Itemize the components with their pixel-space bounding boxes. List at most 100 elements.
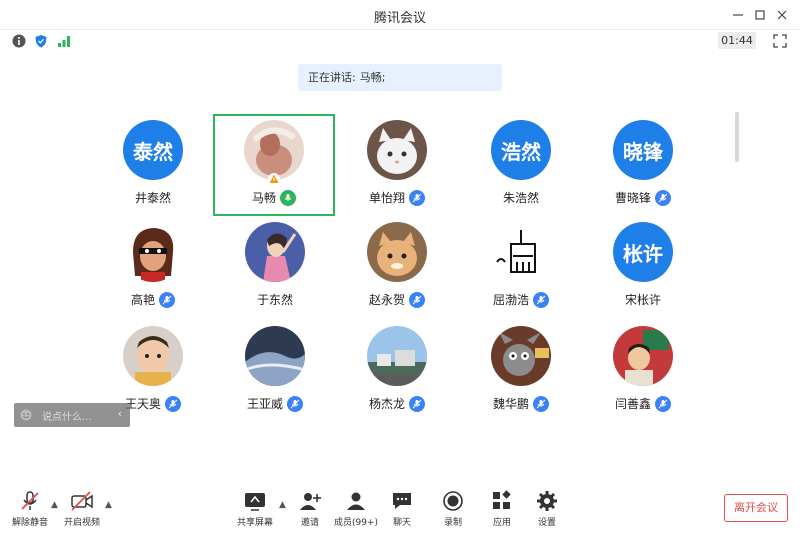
chat-label: 聊天 <box>392 518 411 528</box>
participant-name: 于东然 <box>256 293 293 307</box>
video-options-caret-icon[interactable]: ▲ <box>105 500 112 510</box>
avatar: 晓锋 <box>613 120 673 180</box>
gear-icon <box>535 490 559 512</box>
participant-name: 朱浩然 <box>502 191 539 205</box>
share-screen-button[interactable]: 共享屏幕 <box>229 490 281 530</box>
chat-quick-input[interactable]: 说点什么... ‹ <box>14 403 130 427</box>
collapse-arrow-icon[interactable]: ‹ <box>118 407 122 420</box>
mic-off-icon <box>18 490 42 512</box>
participant-tile[interactable]: 杨杰龙 <box>336 320 458 422</box>
participant-tile[interactable]: 于东然 <box>214 216 336 318</box>
leave-meeting-button[interactable]: 离开会议 <box>724 494 788 522</box>
participant-tile[interactable]: 单怡翔 <box>336 114 458 216</box>
bottom-toolbar: 解除静音 ▲ 开启视频 ▲ 共享屏幕 ▲ 邀请 成员(99+) 聊天 录制 应用… <box>0 490 800 534</box>
participant-tile[interactable]: 浩然 朱浩然 <box>460 114 582 216</box>
participant-tile[interactable]: 枨许 宋枨许 <box>582 216 704 318</box>
participant-tile[interactable]: 闫善鑫 <box>582 320 704 422</box>
participant-tile[interactable]: 晓锋 曹晓锋 <box>582 114 704 216</box>
participant-name: 魏华鹏 <box>492 397 529 411</box>
share-screen-label: 共享屏幕 <box>236 518 273 528</box>
avatar <box>245 222 305 282</box>
invite-label: 邀请 <box>300 518 319 528</box>
participant-tile[interactable]: 赵永贺 <box>336 216 458 318</box>
record-button[interactable]: 录制 <box>427 490 479 530</box>
mic-muted-icon <box>287 395 303 412</box>
avatar <box>491 222 551 282</box>
participant-tile[interactable]: 魏华鹏 <box>460 320 582 422</box>
signal-icon[interactable] <box>56 33 72 49</box>
participant-name: 闫善鑫 <box>614 397 651 411</box>
status-bar: 01:44 <box>0 30 800 52</box>
chat-button[interactable]: 聊天 <box>376 490 428 530</box>
participant-name: 井泰然 <box>134 191 171 205</box>
minimize-icon[interactable] <box>728 5 748 25</box>
mic-muted-icon <box>655 189 671 206</box>
mic-muted-icon <box>409 395 425 412</box>
close-icon[interactable] <box>772 5 792 25</box>
avatar: 枨许 <box>613 222 673 282</box>
invite-icon <box>298 490 322 512</box>
participant-tile[interactable]: 高艳 <box>92 216 214 318</box>
participant-name: 杨杰龙 <box>368 397 405 411</box>
participant-name: 高艳 <box>130 293 155 307</box>
members-button[interactable]: 成员(99+) <box>330 490 382 530</box>
participant-tile[interactable]: 屈渤浩 <box>460 216 582 318</box>
meeting-timer: 01:44 <box>718 32 756 49</box>
participant-name: 赵永贺 <box>368 293 405 307</box>
share-screen-icon <box>243 490 267 512</box>
participant-name: 单怡翔 <box>368 191 405 205</box>
participant-tile[interactable]: 泰然 井泰然 <box>92 114 214 216</box>
title-bar: 腾讯会议 <box>0 0 800 30</box>
avatar <box>613 326 673 386</box>
chat-emoji-icon[interactable] <box>20 406 32 425</box>
speaking-name: 马畅; <box>359 71 386 84</box>
mic-muted-icon <box>409 291 425 308</box>
apps-icon <box>490 490 514 512</box>
avatar <box>123 326 183 386</box>
info-icon[interactable] <box>11 33 27 49</box>
mic-speaking-icon <box>280 189 296 206</box>
video-off-icon <box>70 490 94 512</box>
settings-label: 设置 <box>537 518 556 528</box>
avatar <box>245 326 305 386</box>
participant-name: 宋枨许 <box>624 293 661 307</box>
chat-icon <box>390 490 414 512</box>
speaking-banner: 正在讲话: 马畅; <box>298 64 502 91</box>
mic-muted-icon <box>165 395 181 412</box>
participant-name: 曹晓锋 <box>614 191 651 205</box>
record-icon <box>441 490 465 512</box>
participant-tile[interactable]: 王亚威 <box>214 320 336 422</box>
participant-name: 王亚威 <box>246 397 283 411</box>
participant-name: 马畅 <box>251 191 276 205</box>
participant-name: 王天奥 <box>124 397 161 411</box>
grid-scrollbar[interactable] <box>735 112 739 162</box>
avatar <box>367 222 427 282</box>
avatar <box>367 326 427 386</box>
record-label: 录制 <box>443 518 462 528</box>
mic-muted-icon <box>533 291 549 308</box>
members-label: 成员(99+) <box>333 518 379 528</box>
start-video-button[interactable]: 开启视频 <box>56 490 108 530</box>
apps-label: 应用 <box>492 518 511 528</box>
chat-placeholder: 说点什么... <box>42 411 92 423</box>
settings-button[interactable]: 设置 <box>521 490 573 530</box>
avatar <box>367 120 427 180</box>
unmute-label: 解除静音 <box>11 518 48 528</box>
mic-muted-icon <box>533 395 549 412</box>
invite-button[interactable]: 邀请 <box>284 490 336 530</box>
avatar <box>123 222 183 282</box>
security-shield-icon[interactable] <box>33 33 49 49</box>
members-icon <box>344 490 368 512</box>
speaking-label: 正在讲话: <box>308 71 356 84</box>
avatar <box>491 326 551 386</box>
window-title: 腾讯会议 <box>373 11 426 26</box>
unmute-button[interactable]: 解除静音 <box>4 490 56 530</box>
participant-name: 屈渤浩 <box>492 293 529 307</box>
participant-tile-active-speaker[interactable]: 马畅 <box>213 114 335 216</box>
maximize-icon[interactable] <box>750 5 770 25</box>
mic-muted-icon <box>159 291 175 308</box>
fullscreen-icon[interactable] <box>772 33 788 49</box>
start-video-label: 开启视频 <box>63 518 100 528</box>
mic-muted-icon <box>655 395 671 412</box>
avatar: 浩然 <box>491 120 551 180</box>
